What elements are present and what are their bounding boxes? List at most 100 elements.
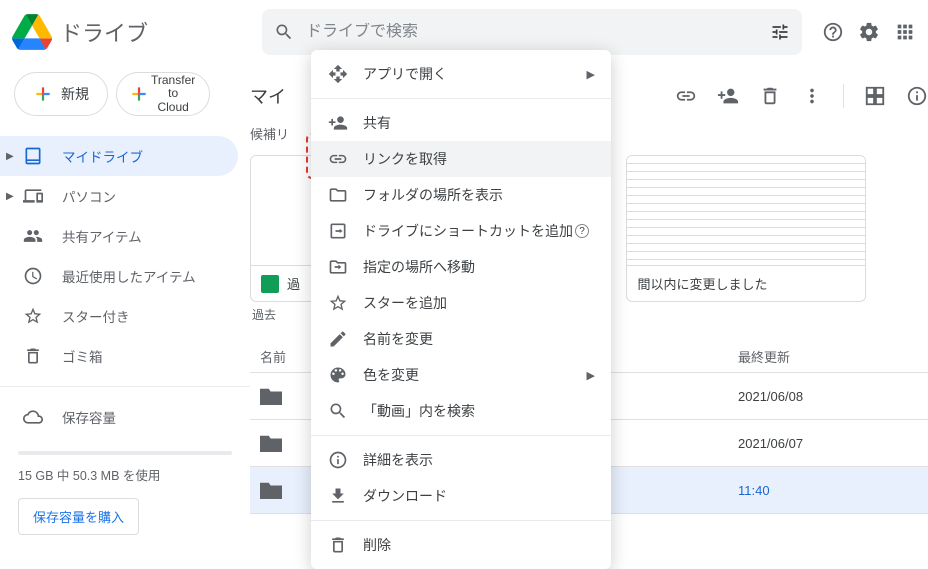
context-menu: アプリで開く▶共有リンクを取得フォルダの場所を表示ドライブにショートカットを追加… [311,50,611,569]
search-icon [274,22,294,42]
menu-item-person-add[interactable]: 共有 [311,105,611,141]
tune-icon[interactable] [770,22,790,42]
devices-icon [22,185,44,207]
toolbar-actions [675,84,928,108]
sidebar-item-label: 共有アイテム [62,226,142,246]
menu-item-rename[interactable]: 名前を変更 [311,321,611,357]
folder-icon [260,434,282,452]
menu-item-info[interactable]: 詳細を表示 [311,442,611,478]
menu-item-label: 削除 [363,535,391,555]
grid-view-icon[interactable] [864,85,886,107]
sidebar-item-label: パソコン [62,186,116,206]
menu-item-label: ドライブにショートカットを追加 [363,221,573,241]
link-icon[interactable] [675,85,697,107]
mydrive-icon [22,145,44,167]
gear-icon[interactable] [858,21,880,43]
folder-icon [260,387,282,405]
menu-item-label: フォルダの場所を表示 [363,185,503,205]
card-thumb [627,156,865,266]
sidebar-item-label: 保存容量 [62,407,116,427]
buy-storage-button[interactable]: 保存容量を購入 [18,498,139,535]
trash-icon[interactable] [759,85,781,107]
menu-item-folder[interactable]: フォルダの場所を表示 [311,177,611,213]
menu-item-link[interactable]: リンクを取得 [311,141,611,177]
info-icon[interactable] [906,85,928,107]
crumb-label[interactable]: マイ [250,83,286,109]
sidebar-item-label: ゴミ箱 [62,346,103,366]
sidebar-item-shared[interactable]: 共有アイテム [0,216,238,256]
menu-item-trash[interactable]: 削除 [311,527,611,563]
help-badge-icon: ? [575,224,589,238]
sidebar-item-label: 最近使用したアイテム [62,266,196,286]
menu-item-label: スターを追加 [363,293,447,313]
logo[interactable]: ドライブ [12,12,262,52]
apps-icon[interactable] [894,21,916,43]
sheets-icon [261,275,279,293]
menu-item-label: 名前を変更 [363,329,433,349]
move-icon [327,256,349,278]
cloud-icon [22,406,44,428]
person-add-icon [327,112,349,134]
menu-item-shortcut[interactable]: ドライブにショートカットを追加? [311,213,611,249]
file-card[interactable]: 間以内に変更しました [626,155,866,302]
storage-bar [18,451,232,455]
star-icon [22,305,44,327]
info-icon [327,449,349,471]
sidebar-item-label: マイドライブ [62,146,143,166]
col-date[interactable]: 最終更新 [738,347,918,366]
help-icon[interactable] [822,21,844,43]
transfer-button[interactable]: Transfer to Cloud [116,72,210,116]
menu-item-label: アプリで開く [363,64,447,84]
sidebar-item-mydrive[interactable]: ▶ マイドライブ [0,136,238,176]
card-subtext: 間以内に変更しました [637,274,767,293]
sidebar-item-recent[interactable]: 最近使用したアイテム [0,256,238,296]
caret-icon: ▶ [6,151,14,162]
trash-icon [22,345,44,367]
menu-item-search[interactable]: 「動画」内を検索 [311,393,611,429]
sidebar: 新規 Transfer to Cloud ▶ マイドライブ ▶ パソコン [0,64,250,556]
storage-block: 15 GB 中 50.3 MB を使用 保存容量を購入 [0,437,250,541]
sidebar-item-starred[interactable]: スター付き [0,296,238,336]
menu-item-label: リンクを取得 [363,149,447,169]
new-label: 新規 [61,84,89,104]
menu-item-open-with[interactable]: アプリで開く▶ [311,56,611,92]
caret-icon: ▶ [6,191,14,202]
search-icon [327,400,349,422]
menu-item-label: ダウンロード [363,486,447,506]
plus-icon [33,84,53,104]
star-icon [327,292,349,314]
row-date: 11:40 [738,483,918,498]
menu-item-download[interactable]: ダウンロード [311,478,611,514]
menu-item-label: 詳細を表示 [363,450,433,470]
menu-item-label: 指定の場所へ移動 [363,257,475,277]
drive-logo-icon [12,12,52,52]
menu-item-label: 「動画」内を検索 [363,401,475,421]
app-name: ドライブ [60,16,148,48]
search-bar[interactable] [262,9,802,55]
sidebar-item-trash[interactable]: ゴミ箱 [0,336,238,376]
storage-usage: 15 GB 中 50.3 MB を使用 [18,465,232,484]
folder-icon [327,184,349,206]
download-icon [327,485,349,507]
folder-icon [260,481,282,499]
menu-item-palette[interactable]: 色を変更▶ [311,357,611,393]
header-actions [806,21,916,43]
chevron-right-icon: ▶ [587,369,595,382]
menu-item-move[interactable]: 指定の場所へ移動 [311,249,611,285]
shortcut-icon [327,220,349,242]
plus-icon [129,84,149,104]
sidebar-item-computers[interactable]: ▶ パソコン [0,176,238,216]
more-icon[interactable] [801,85,823,107]
menu-item-star[interactable]: スターを追加 [311,285,611,321]
row-date: 2021/06/07 [738,436,918,451]
clock-icon [22,265,44,287]
person-add-icon[interactable] [717,85,739,107]
sidebar-item-label: スター付き [62,306,130,326]
sidebar-item-storage[interactable]: 保存容量 [0,397,238,437]
search-input[interactable] [306,23,770,41]
new-button[interactable]: 新規 [14,72,108,116]
trash-icon [327,534,349,556]
menu-item-label: 共有 [363,113,391,133]
people-icon [22,225,44,247]
rename-icon [327,328,349,350]
